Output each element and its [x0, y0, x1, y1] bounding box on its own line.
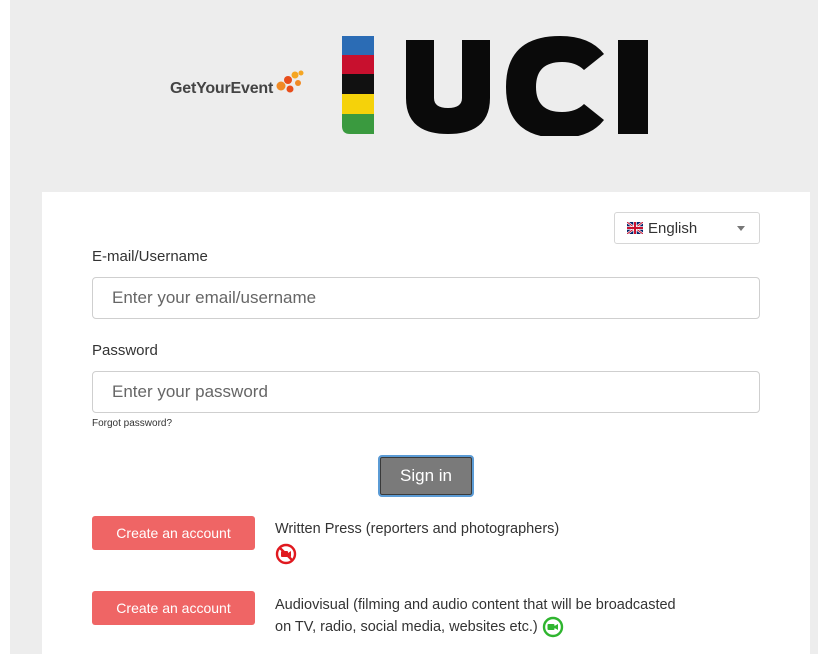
no-video-icon: [275, 543, 297, 565]
video-camera-icon: [542, 616, 563, 638]
getyourevent-logo: GetYourEvent: [170, 70, 305, 98]
chevron-down-icon: [737, 226, 745, 231]
uci-logo: [336, 36, 661, 141]
written-press-description-text: Written Press (reporters and photographe…: [275, 521, 560, 537]
uci-stripe-blue: [342, 36, 374, 55]
audiovisual-description-line2: on TV, radio, social media, websites etc…: [275, 618, 538, 635]
uci-letter-u: [406, 40, 490, 134]
create-account-written-press-button[interactable]: Create an account: [92, 516, 255, 550]
uci-letter-c: [506, 36, 604, 138]
audiovisual-description-line1: Audiovisual (filming and audio content t…: [275, 597, 676, 613]
page-edge: [0, 0, 10, 654]
audiovisual-description: Audiovisual (filming and audio content t…: [275, 595, 775, 638]
uci-stripe-red: [342, 55, 374, 74]
password-input[interactable]: [92, 371, 760, 413]
uk-flag-icon: [627, 222, 643, 234]
uci-stripe-black: [342, 74, 374, 94]
getyourevent-dots-icon: [276, 70, 304, 93]
uci-letter-i: [618, 40, 648, 134]
language-select-value: English: [648, 219, 698, 237]
email-input[interactable]: [92, 277, 760, 319]
uci-stripe-yellow: [342, 94, 374, 114]
forgot-password-link[interactable]: Forgot password?: [92, 418, 172, 429]
uci-logo-graphic: [342, 36, 648, 138]
create-account-audiovisual-button[interactable]: Create an account: [92, 591, 255, 625]
uci-stripe-green: [342, 114, 374, 134]
password-label: Password: [92, 342, 158, 359]
sign-in-button[interactable]: Sign in: [378, 455, 474, 497]
language-select[interactable]: English: [614, 212, 760, 244]
written-press-description: Written Press (reporters and photographe…: [275, 519, 775, 565]
getyourevent-logo-text: GetYourEvent: [170, 80, 274, 97]
email-label: E-mail/Username: [92, 248, 208, 265]
